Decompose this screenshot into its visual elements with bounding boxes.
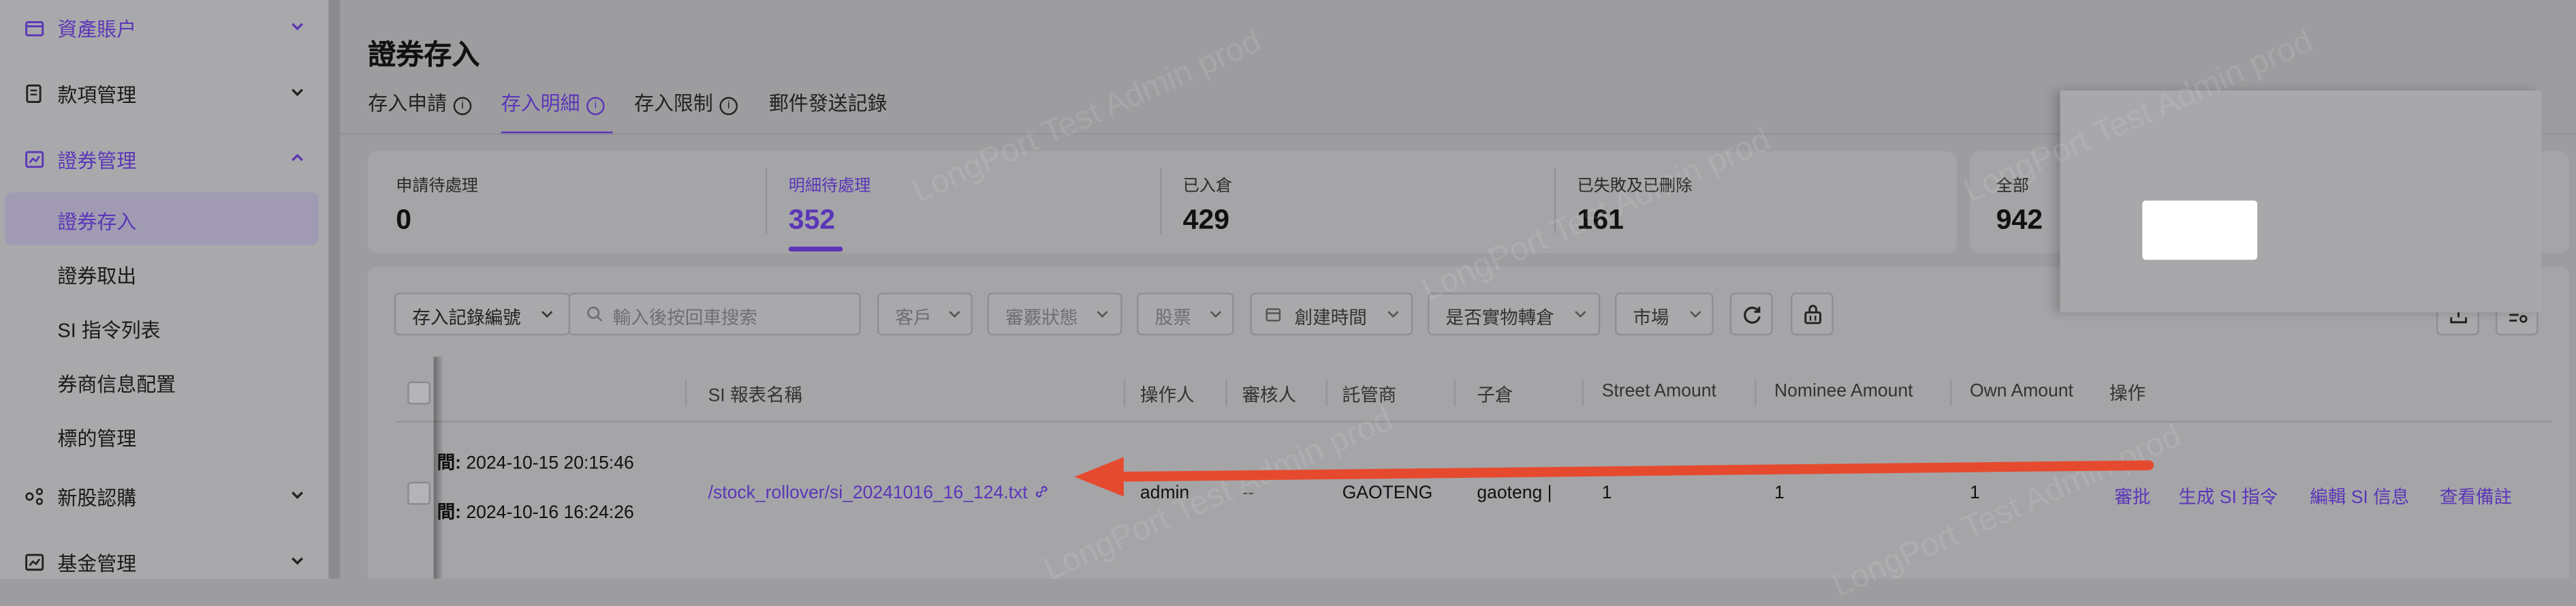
annotation-arrow — [1074, 457, 2154, 497]
